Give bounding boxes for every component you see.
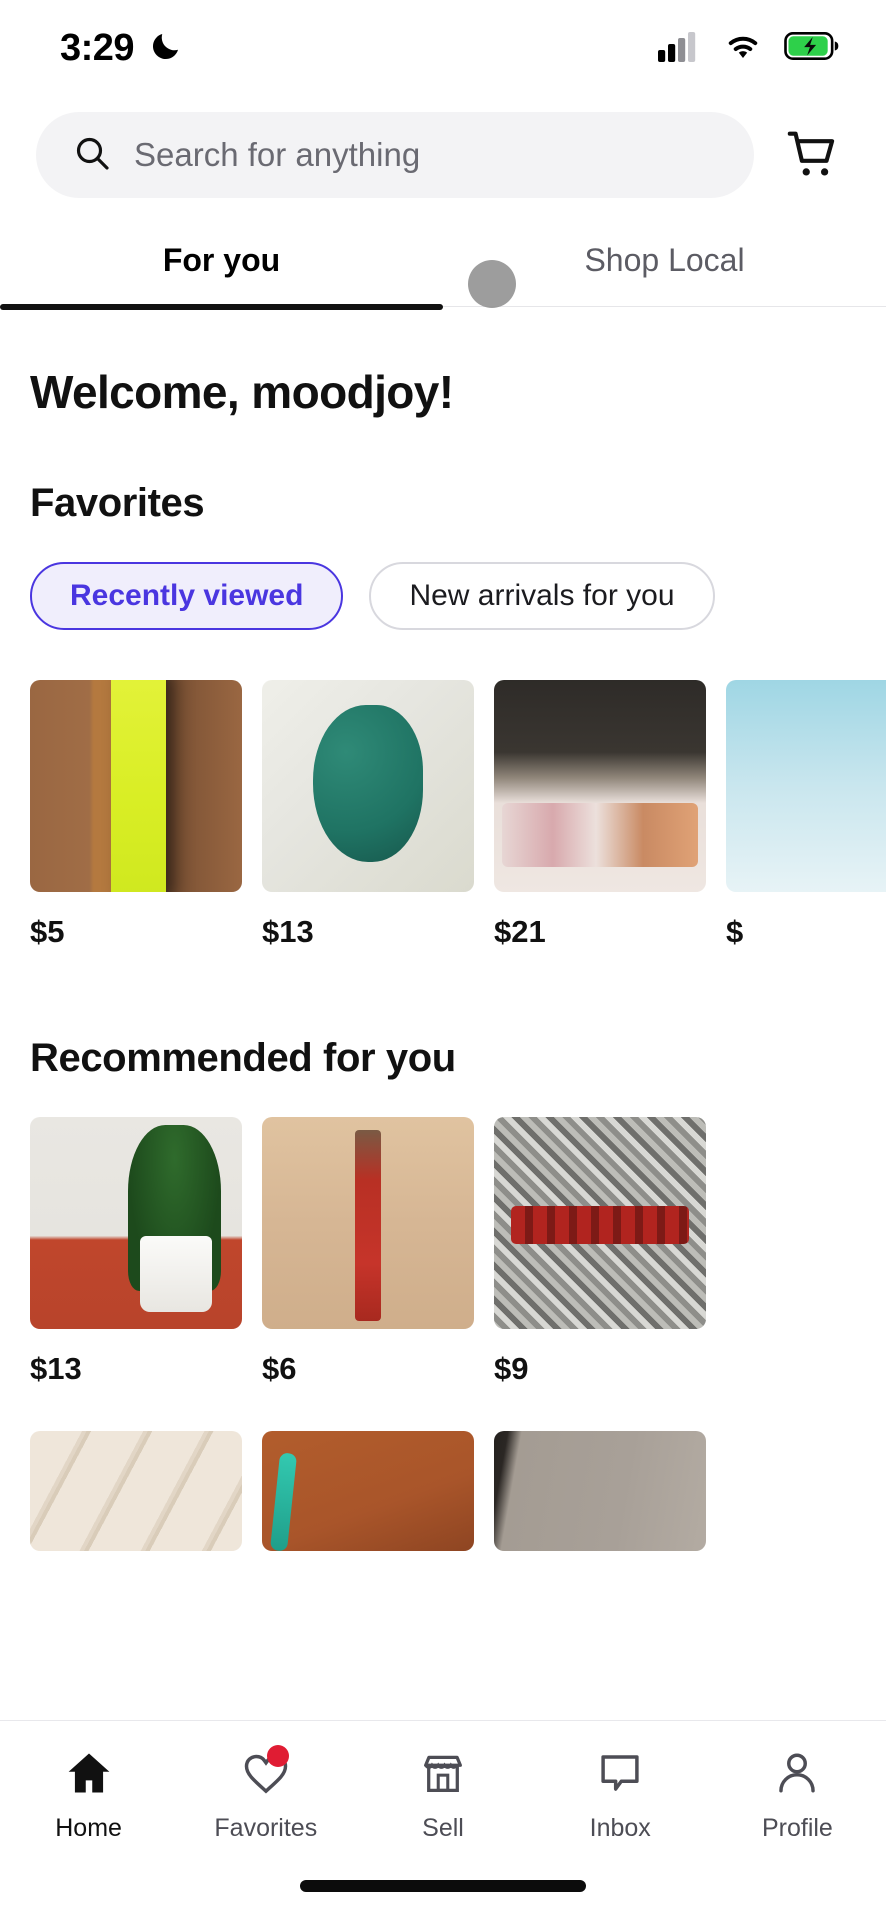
status-time: 3:29 xyxy=(60,26,135,69)
product-card[interactable] xyxy=(30,1431,242,1551)
product-card[interactable]: $ xyxy=(726,680,886,950)
recommended-section-title: Recommended for you xyxy=(30,1036,456,1080)
product-image xyxy=(494,1431,706,1551)
search-placeholder-text: Search for anything xyxy=(134,136,421,173)
product-image xyxy=(30,1117,242,1329)
tab-for-you-label: For you xyxy=(162,241,281,278)
product-card[interactable]: $21 xyxy=(494,680,706,950)
nav-item-sell-label: Sell xyxy=(422,1814,464,1842)
battery-charging-icon xyxy=(784,31,840,66)
shopping-cart-icon[interactable] xyxy=(776,118,850,192)
product-card[interactable]: $5 xyxy=(30,680,242,950)
product-price: $9 xyxy=(494,1351,529,1386)
status-bar-left: 3:29 xyxy=(60,27,184,70)
bottom-navigation: Home Favorites Sell Inbox Profile xyxy=(0,1720,886,1920)
product-card[interactable] xyxy=(262,1431,474,1551)
recommended-grid-partial xyxy=(0,1387,886,1551)
nav-item-home[interactable]: Home xyxy=(0,1747,177,1843)
crescent-moon-icon xyxy=(148,28,184,69)
store-icon xyxy=(417,1747,469,1804)
recommended-grid: $13 $6 $9 xyxy=(0,1081,886,1387)
page-title: Welcome, moodjoy! xyxy=(30,366,454,418)
nav-item-favorites[interactable]: Favorites xyxy=(177,1745,354,1843)
chip-recently-viewed-label: Recently viewed xyxy=(70,579,304,612)
chip-new-arrivals-label: New arrivals for you xyxy=(409,579,675,612)
nav-item-favorites-label: Favorites xyxy=(214,1814,318,1842)
touch-indicator xyxy=(468,260,516,308)
product-image xyxy=(262,1431,474,1551)
product-price: $6 xyxy=(262,1351,297,1386)
home-indicator xyxy=(300,1880,586,1892)
nav-item-home-label: Home xyxy=(55,1814,122,1842)
status-bar-right xyxy=(658,30,840,67)
product-card[interactable] xyxy=(494,1431,706,1551)
nav-item-profile-label: Profile xyxy=(761,1814,833,1842)
product-image xyxy=(30,680,242,892)
nav-item-inbox-label: Inbox xyxy=(589,1814,651,1842)
product-image xyxy=(494,1117,706,1329)
product-image xyxy=(726,680,886,892)
product-price: $21 xyxy=(494,914,546,949)
message-icon xyxy=(594,1747,646,1804)
product-price: $5 xyxy=(30,914,65,949)
product-image xyxy=(262,1117,474,1329)
search-input[interactable]: Search for anything xyxy=(36,112,754,198)
product-card[interactable]: $6 xyxy=(262,1117,474,1387)
favorites-badge xyxy=(266,1745,289,1767)
nav-item-profile[interactable]: Profile xyxy=(709,1747,886,1843)
favorites-filter-chips: Recently viewed New arrivals for you xyxy=(0,526,886,630)
product-image xyxy=(30,1431,242,1551)
favorites-carousel[interactable]: $5 $13 $21 $ xyxy=(0,630,886,950)
favorites-section-title: Favorites xyxy=(30,481,205,525)
app-screen: 3:29 Search for anything For you Shop Lo… xyxy=(0,0,886,1920)
heart-icon xyxy=(240,1745,292,1804)
product-card[interactable]: $13 xyxy=(262,680,474,950)
nav-item-inbox[interactable]: Inbox xyxy=(532,1747,709,1843)
product-image xyxy=(494,680,706,892)
tab-for-you[interactable]: For you xyxy=(0,214,443,310)
tab-shop-local-label: Shop Local xyxy=(584,241,745,278)
wifi-icon xyxy=(722,30,764,67)
product-card[interactable]: $13 xyxy=(30,1117,242,1387)
product-card[interactable]: $9 xyxy=(494,1117,706,1387)
status-bar: 3:29 xyxy=(0,0,886,96)
tab-bar: For you Shop Local xyxy=(0,214,886,310)
product-price: $13 xyxy=(30,1351,82,1386)
chip-recently-viewed[interactable]: Recently viewed xyxy=(30,562,344,630)
nav-item-sell[interactable]: Sell xyxy=(354,1747,531,1843)
search-icon xyxy=(72,133,112,178)
home-icon xyxy=(63,1747,115,1804)
person-icon xyxy=(771,1747,823,1804)
chip-new-arrivals[interactable]: New arrivals for you xyxy=(369,562,715,630)
cellular-signal-icon xyxy=(658,30,702,67)
search-row: Search for anything xyxy=(0,96,886,214)
product-price: $ xyxy=(726,914,744,949)
product-image xyxy=(262,680,474,892)
product-price: $13 xyxy=(262,914,314,949)
